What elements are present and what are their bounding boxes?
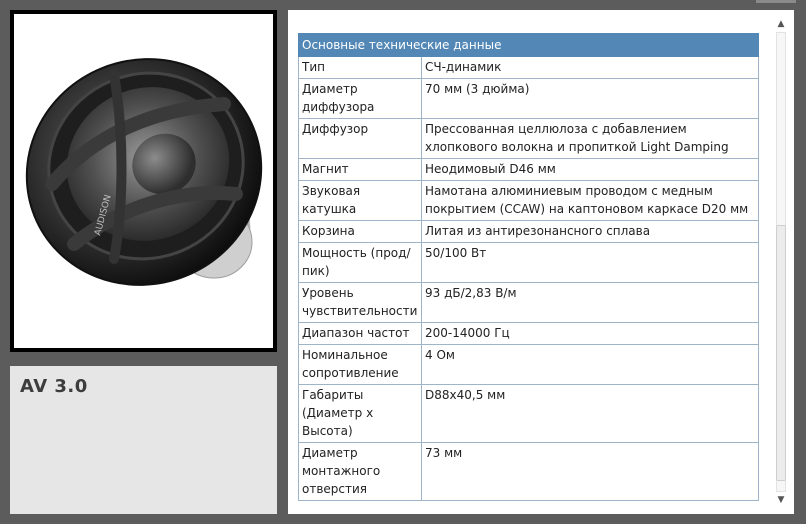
spec-table-header: Основные технические данные — [298, 33, 759, 57]
spec-value: 73 мм — [421, 442, 759, 501]
spec-value: 4 Ом — [421, 344, 759, 385]
table-row: Тип СЧ-динамик — [298, 56, 759, 79]
spec-label: Корзина — [298, 220, 422, 243]
spec-value: Намотана алюминиевым проводом с медным п… — [421, 180, 759, 221]
scroll-thumb[interactable] — [776, 225, 786, 481]
table-row: Диаметр диффузора 70 мм (3 дюйма) — [298, 78, 759, 119]
spec-label: Мощность (прод/пик) — [298, 242, 422, 283]
table-row: Магнит Неодимовый D46 мм — [298, 158, 759, 181]
spec-value: 200-14000 Гц — [421, 322, 759, 345]
spec-label: Диаметр диффузора — [298, 78, 422, 119]
vertical-scrollbar[interactable]: ▲ ▼ — [774, 18, 788, 506]
spec-value: D88x40,5 мм — [421, 384, 759, 443]
spec-table-title: Основные технические данные — [298, 33, 759, 57]
spec-label: Диффузор — [298, 118, 422, 159]
table-row: Корзина Литая из антирезонансного сплава — [298, 220, 759, 243]
scroll-track[interactable] — [776, 32, 786, 492]
spec-label: Тип — [298, 56, 422, 79]
spec-label: Номинальное сопротивление — [298, 344, 422, 385]
spec-value: 70 мм (3 дюйма) — [421, 78, 759, 119]
table-row: Диапазон частот 200-14000 Гц — [298, 322, 759, 345]
top-edge-bar — [756, 0, 796, 3]
product-image-frame: AUDISON — [10, 10, 277, 352]
spec-label: Диаметр монтажного отверстия — [298, 442, 422, 501]
spec-value: Неодимовый D46 мм — [421, 158, 759, 181]
spec-value: 93 дБ/2,83 В/м — [421, 282, 759, 323]
table-row: Звуковая катушка Намотана алюминиевым про… — [298, 180, 759, 221]
table-row: Габариты (Диаметр х Высота) D88x40,5 мм — [298, 384, 759, 443]
spec-label: Габариты (Диаметр х Высота) — [298, 384, 422, 443]
table-row: Диффузор Прессованная целлюлоза с добавле… — [298, 118, 759, 159]
table-row: Диаметр монтажного отверстия 73 мм — [298, 442, 759, 501]
product-image: AUDISON — [14, 14, 273, 348]
spec-value: СЧ-динамик — [421, 56, 759, 79]
spec-value: Литая из антирезонансного сплава — [421, 220, 759, 243]
product-card: AV 3.0 — [10, 366, 277, 514]
scroll-up-arrow-icon[interactable]: ▲ — [774, 18, 788, 30]
spec-label: Магнит — [298, 158, 422, 181]
spec-label: Уровень чувствительности — [298, 282, 422, 323]
table-row: Номинальное сопротивление 4 Ом — [298, 344, 759, 385]
table-row: Уровень чувствительности 93 дБ/2,83 В/м — [298, 282, 759, 323]
spec-value: Прессованная целлюлоза с добавлением хло… — [421, 118, 759, 159]
speaker-image: AUDISON — [25, 58, 263, 286]
spec-label: Диапазон частот — [298, 322, 422, 345]
spec-label: Звуковая катушка — [298, 180, 422, 221]
spec-value: 50/100 Вт — [421, 242, 759, 283]
product-name: AV 3.0 — [20, 376, 88, 397]
spec-table: Основные технические данные Тип СЧ-динами… — [298, 33, 759, 501]
scroll-down-arrow-icon[interactable]: ▼ — [774, 494, 788, 506]
spec-panel: Основные технические данные Тип СЧ-динами… — [288, 10, 794, 514]
table-row: Мощность (прод/пик) 50/100 Вт — [298, 242, 759, 283]
